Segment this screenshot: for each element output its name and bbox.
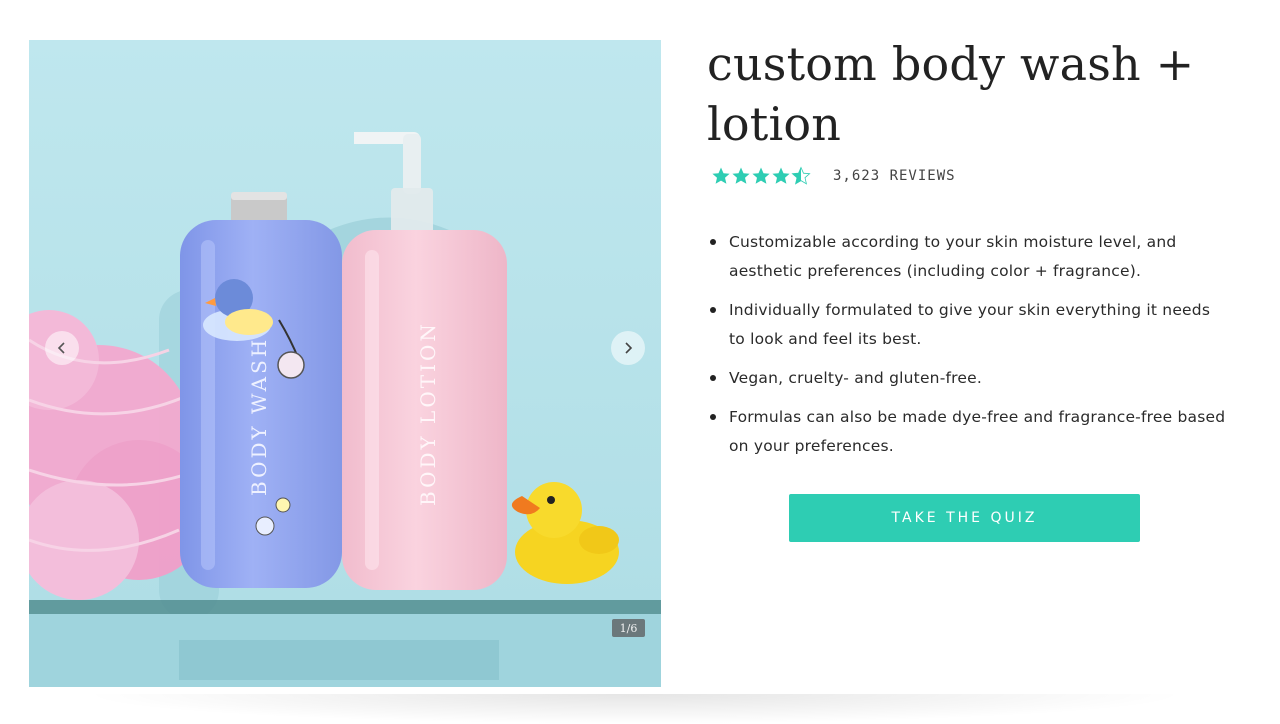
star-full-icon [752,167,770,184]
take-the-quiz-button[interactable]: TAKE THE QUIZ [789,494,1140,542]
star-full-icon [772,167,790,184]
rating-row: 3,623 REVIEWS [711,166,956,186]
bullet-dot-icon [710,239,716,245]
bullet-dot-icon [710,375,716,381]
feature-list-item: Vegan, cruelty- and gluten-free. [707,364,1227,393]
chevron-left-icon [57,342,65,354]
product-title: custom body wash + lotion [707,37,1195,151]
feature-text: Customizable according to your skin mois… [729,233,1177,280]
feature-list-item: Customizable according to your skin mois… [707,228,1227,286]
chevron-right-icon [625,342,633,354]
star-full-icon [712,167,730,184]
gallery-counter: 1/6 [612,619,645,637]
bottle-label-body-lotion: BODY LOTION [416,321,440,506]
star-full-icon [732,167,750,184]
feature-text: Vegan, cruelty- and gluten-free. [729,369,982,387]
feature-list-item: Individually formulated to give your ski… [707,296,1227,354]
gallery-prev-button[interactable] [45,331,79,365]
feature-text: Individually formulated to give your ski… [729,301,1211,348]
bottle-label-body-wash: BODY WASH [247,337,271,496]
section-divider-shadow [80,694,1190,724]
star-rating[interactable] [711,166,811,186]
feature-text: Formulas can also be made dye-free and f… [729,408,1226,455]
feature-list: Customizable according to your skin mois… [707,228,1227,471]
star-half-icon [791,166,811,185]
bullet-dot-icon [710,307,716,313]
product-photo: BODY WASH BODY LOTION [29,40,661,687]
review-count-link[interactable]: 3,623 REVIEWS [833,168,956,184]
gallery-next-button[interactable] [611,331,645,365]
feature-list-item: Formulas can also be made dye-free and f… [707,403,1227,461]
product-image-gallery[interactable]: BODY WASH BODY LOTION 1/6 [29,40,661,687]
bullet-dot-icon [710,414,716,420]
